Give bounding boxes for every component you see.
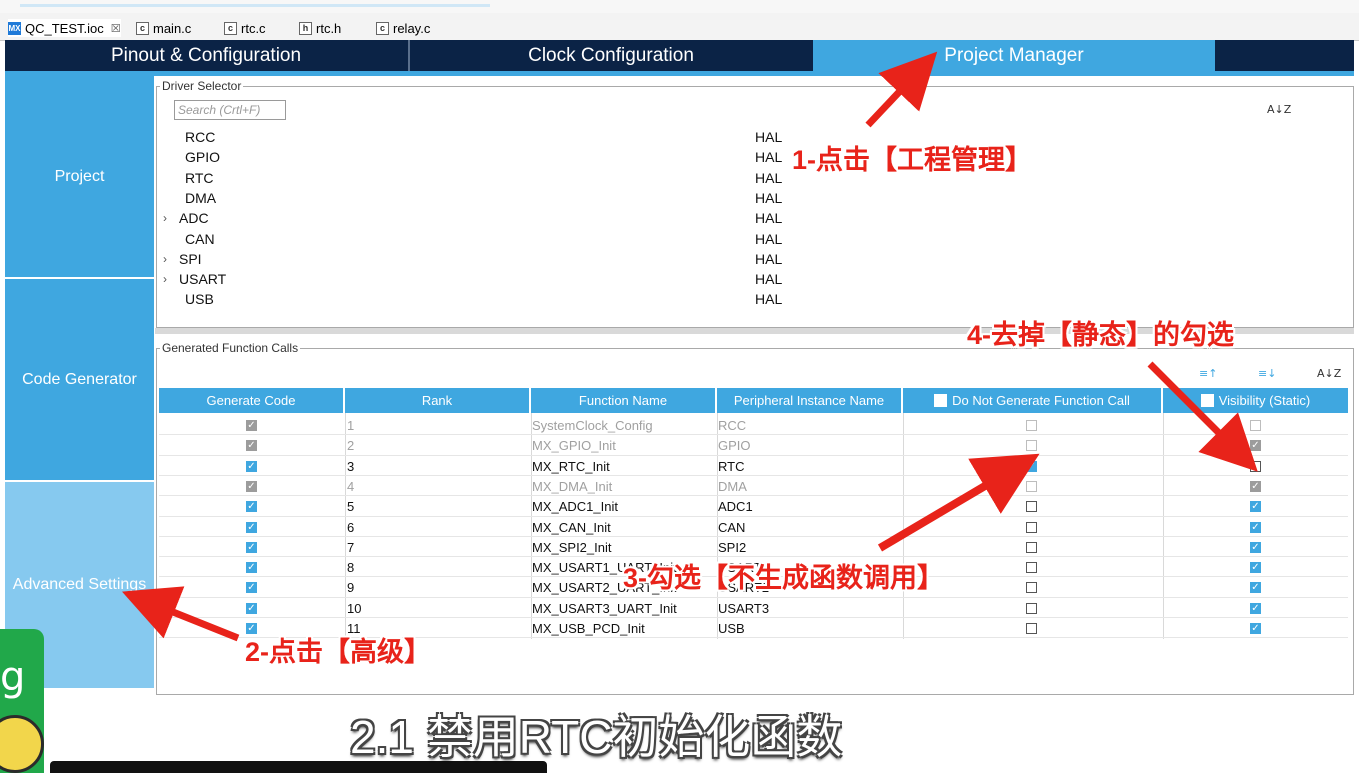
annotation-step-3: 3-勾选【不生成函数调用】 bbox=[623, 563, 945, 593]
annotation-arrows bbox=[122, 51, 1258, 642]
logo-glyph: g bbox=[0, 654, 26, 700]
arrow-to-visibility-static bbox=[1147, 361, 1258, 472]
ball-icon bbox=[0, 715, 44, 773]
arrow-to-project-manager bbox=[865, 51, 938, 128]
annotation-step-4: 4-去掉【静态】的勾选 bbox=[967, 320, 1235, 350]
app-badge: g bbox=[0, 629, 44, 773]
video-subtitle: 2.1 禁用RTC初始化函数 bbox=[350, 711, 843, 763]
arrow-to-do-not-generate bbox=[877, 453, 1040, 552]
arrow-to-advanced-settings bbox=[122, 586, 240, 642]
annotation-step-2: 2-点击【高级】 bbox=[245, 637, 432, 667]
annotation-step-1: 1-点击【工程管理】 bbox=[792, 145, 1033, 175]
